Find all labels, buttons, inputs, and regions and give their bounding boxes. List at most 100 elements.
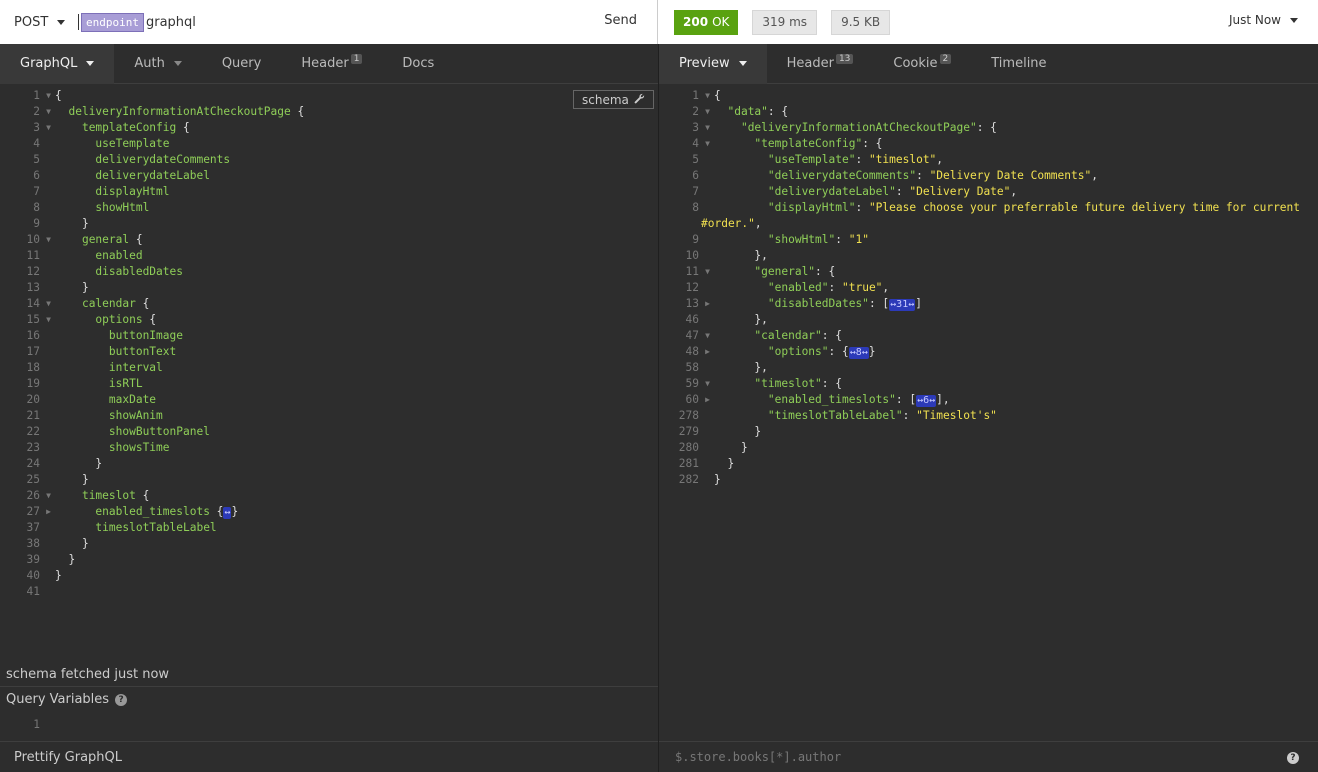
json-line: 12 "enabled": "true", [659,280,1318,296]
fold-toggle-icon[interactable]: ▼ [701,376,714,392]
line-number: 10 [685,249,699,262]
fold-gutter [42,168,55,184]
code-text: { [55,88,62,104]
json-key: "enabled_timeslots" [767,393,896,406]
prettify-button[interactable]: Prettify GraphQL [14,750,122,765]
tab-docs[interactable]: Docs [382,44,454,84]
line-number: 2 [692,105,699,118]
json-line: 2 ▼ "data": { [659,104,1318,120]
tab-response-header[interactable]: Header 13 [767,44,874,84]
help-icon[interactable]: ? [1287,752,1299,764]
tab-header[interactable]: Header 1 [281,44,382,84]
query-variables-header[interactable]: Query Variables ? [6,692,128,707]
code-line: 41 [0,584,658,600]
fold-toggle-icon[interactable]: ▼ [42,296,55,312]
fold-toggle-icon[interactable]: ▼ [701,136,714,152]
fold-toggle-icon[interactable]: ▶ [701,344,714,360]
tab-graphql[interactable]: GraphQL [0,43,115,84]
tab-preview[interactable]: Preview [659,43,767,84]
fold-toggle-icon[interactable]: ▼ [701,88,714,104]
fold-toggle-icon[interactable]: ▶ [701,296,714,312]
json-key: "deliverydateComments" [767,169,917,182]
filter-bar: $.store.books[*].author ? [659,741,1318,772]
fold-toggle-icon[interactable]: ▼ [42,232,55,248]
code-line: 8 showHtml [0,200,658,216]
fold-toggle-icon[interactable]: ▼ [701,328,714,344]
graphql-query-editor[interactable]: 1 ▼{2 ▼ deliveryInformationAtCheckoutPage … [0,88,658,600]
schema-button-label: schema [582,92,629,107]
help-icon[interactable]: ? [115,693,128,706]
json-text: } [714,440,748,456]
tab-label: Cookie [893,56,938,71]
json-line: 11 ▼ "general": { [659,264,1318,280]
punctuation-token: { [209,505,224,518]
fold-toggle-icon[interactable]: ▼ [42,312,55,328]
fold-toggle-icon[interactable]: ▼ [701,104,714,120]
query-variables-editor[interactable]: 1 [0,718,42,734]
tab-timeline[interactable]: Timeline [971,44,1066,84]
json-text: "enabled_timeslots": [↔6↔], [714,392,950,408]
json-punctuation: }, [754,361,768,374]
url-input[interactable]: endpoint graphql [78,12,196,32]
fold-toggle-icon[interactable]: ▼ [42,488,55,504]
method-dropdown[interactable]: POST [0,15,78,30]
json-punctuation: , [1091,169,1098,182]
fold-toggle-icon[interactable]: ▼ [42,104,55,120]
folded-block-marker[interactable]: ↔6↔ [916,395,937,407]
json-string: "timeslot" [868,153,937,166]
folded-block-marker[interactable]: ↔8↔ [848,347,869,359]
code-line: 11 enabled [0,248,658,264]
json-text: "options": {↔8↔} [714,344,876,360]
fold-gutter [42,408,55,424]
json-punctuation: } [727,457,735,470]
fold-gutter [42,264,55,280]
field-token: isRTL [108,377,143,390]
tab-query[interactable]: Query [202,44,282,84]
response-preview[interactable]: 1 ▼{2 ▼ "data": {3 ▼ "deliveryInformationAt… [659,88,1318,488]
json-key: "options" [767,345,829,358]
fold-toggle-icon[interactable]: ▼ [701,120,714,136]
line-number: 58 [685,361,699,374]
fold-gutter [701,360,714,376]
json-key: "data" [727,105,768,118]
send-button[interactable]: Send [604,13,637,28]
punctuation-token: } [95,457,103,470]
json-text: "deliveryInformationAtCheckoutPage": { [714,120,997,136]
line-number: 281 [678,457,699,470]
json-punctuation: , [936,153,944,166]
line-number: 6 [692,169,699,182]
line-number: 39 [26,553,40,566]
line-number: 279 [678,425,699,438]
fold-toggle-icon[interactable]: ▼ [701,264,714,280]
code-line: 38 } [0,536,658,552]
json-punctuation: : { [767,105,789,118]
tab-cookie[interactable]: Cookie 2 [873,44,971,84]
json-punctuation: , [882,281,890,294]
line-number: 12 [685,281,699,294]
env-variable-tag[interactable]: endpoint [81,12,144,32]
folded-block-marker[interactable]: ↔31↔ [889,299,916,311]
line-number: 11 [26,249,40,262]
fold-gutter [42,216,55,232]
json-text: "disabledDates": [↔31↔] [714,296,922,312]
chevron-down-icon [1290,17,1298,23]
tab-label: Auth [134,56,165,71]
code-text: displayHtml [55,184,169,200]
fold-toggle-icon[interactable]: ▼ [42,120,55,136]
fold-toggle-icon[interactable]: ▶ [701,392,714,408]
line-number: 2 [33,105,40,118]
json-key: "enabled" [767,281,829,294]
json-text: "timeslot": { [714,376,842,392]
json-key: "deliverydateLabel" [767,185,896,198]
history-dropdown[interactable]: Just Now [1229,13,1298,27]
json-line: 60 ▶ "enabled_timeslots": [↔6↔], [659,392,1318,408]
fold-gutter [42,376,55,392]
schema-button[interactable]: schema [573,90,654,109]
line-number: 12 [26,265,40,278]
tab-auth[interactable]: Auth [114,44,201,84]
code-line: 25 } [0,472,658,488]
fold-toggle-icon[interactable]: ▶ [42,504,55,520]
fold-toggle-icon[interactable]: ▼ [42,88,55,104]
response-filter-input[interactable]: $.store.books[*].author [675,750,841,764]
line-number [659,216,702,232]
